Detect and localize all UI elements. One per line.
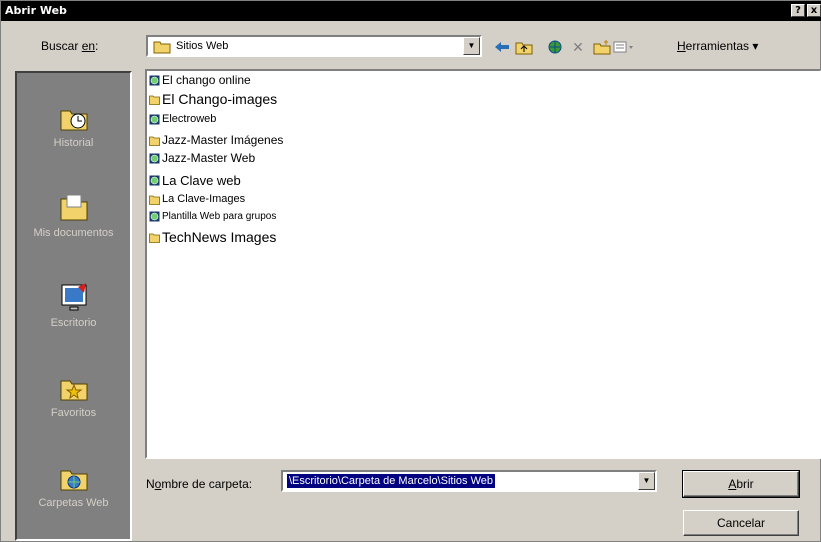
folder-name-input[interactable]: \Escritorio\Carpeta de Marcelo\Sitios We… bbox=[281, 470, 657, 492]
delete-icon[interactable]: ✕ bbox=[567, 37, 589, 57]
file-name: Jazz-Master Web bbox=[162, 151, 256, 165]
folder-name-value[interactable]: \Escritorio\Carpeta de Marcelo\Sitios We… bbox=[287, 474, 495, 488]
search-web-icon[interactable] bbox=[545, 37, 567, 57]
folder-icon bbox=[153, 41, 171, 54]
web-folder-icon bbox=[149, 75, 160, 85]
folder-icon bbox=[149, 136, 160, 146]
lookin-label: Buscar en: bbox=[41, 39, 99, 53]
title-bar[interactable]: Abrir Web ? x bbox=[1, 1, 821, 21]
place-web-folders[interactable]: Carpetas Web bbox=[17, 461, 130, 509]
place-favorites[interactable]: Favoritos bbox=[17, 371, 130, 419]
place-my-documents[interactable]: Mis documentos bbox=[17, 191, 130, 239]
lookin-value: Sitios Web bbox=[176, 40, 229, 52]
lookin-combo[interactable]: Sitios Web ▼ bbox=[146, 35, 482, 57]
favorites-icon bbox=[60, 380, 87, 401]
list-item[interactable]: El Chango-images bbox=[149, 91, 277, 107]
close-button[interactable]: x bbox=[807, 4, 821, 17]
list-item[interactable]: Jazz-Master Imágenes bbox=[149, 133, 283, 147]
tools-menu[interactable]: Herramientas ▾ bbox=[677, 39, 758, 53]
chevron-down-icon[interactable]: ▼ bbox=[638, 472, 655, 490]
views-icon[interactable] bbox=[613, 37, 635, 57]
list-item[interactable]: Jazz-Master Web bbox=[149, 151, 255, 165]
history-icon bbox=[60, 110, 87, 131]
back-icon[interactable] bbox=[491, 37, 513, 57]
file-name: Jazz-Master Imágenes bbox=[162, 133, 284, 147]
places-bar: Historial Mis documentos Escritorio Favo… bbox=[15, 71, 132, 541]
web-folder-icon bbox=[149, 175, 160, 186]
web-folder-icon bbox=[149, 211, 160, 222]
file-name: Plantilla Web para grupos bbox=[162, 211, 277, 222]
file-list[interactable]: El chango online El Chango-images Electrow… bbox=[145, 69, 821, 459]
list-item[interactable]: TechNews Images bbox=[149, 229, 276, 245]
file-name: Electroweb bbox=[162, 113, 217, 125]
open-button[interactable]: Abrir bbox=[682, 470, 800, 498]
list-item[interactable]: El chango online bbox=[149, 73, 251, 87]
cancel-button[interactable]: Cancelar bbox=[683, 510, 799, 536]
list-item[interactable]: La Clave-Images bbox=[149, 193, 245, 205]
web-folder-icon bbox=[149, 114, 160, 124]
file-name: La Clave-Images bbox=[162, 193, 246, 205]
web-folder-icon bbox=[149, 153, 160, 163]
open-web-dialog: Abrir Web ? x Buscar en: Sitios Web ▼ ✕ … bbox=[0, 0, 821, 542]
desktop-icon bbox=[61, 283, 86, 311]
file-name: El Chango-images bbox=[162, 91, 278, 107]
folder-name-label: Nombre de carpeta: bbox=[146, 477, 253, 491]
new-folder-icon[interactable] bbox=[591, 37, 613, 57]
place-history[interactable]: Historial bbox=[17, 101, 130, 149]
chevron-down-icon[interactable]: ▼ bbox=[463, 37, 480, 55]
my-documents-icon bbox=[60, 194, 87, 221]
folder-icon bbox=[149, 95, 160, 105]
web-folders-icon bbox=[60, 470, 87, 491]
list-item[interactable]: Electroweb bbox=[149, 113, 216, 125]
up-folder-icon[interactable] bbox=[513, 37, 535, 57]
file-name: TechNews Images bbox=[162, 229, 277, 245]
folder-icon bbox=[149, 195, 160, 205]
help-button[interactable]: ? bbox=[791, 4, 805, 17]
file-name: El chango online bbox=[162, 73, 251, 87]
list-item[interactable]: Plantilla Web para grupos bbox=[149, 211, 276, 222]
place-desktop[interactable]: Escritorio bbox=[17, 281, 130, 329]
folder-icon bbox=[149, 233, 160, 243]
file-name: La Clave web bbox=[162, 173, 241, 188]
window-title: Abrir Web bbox=[5, 4, 67, 17]
list-item[interactable]: La Clave web bbox=[149, 173, 241, 188]
